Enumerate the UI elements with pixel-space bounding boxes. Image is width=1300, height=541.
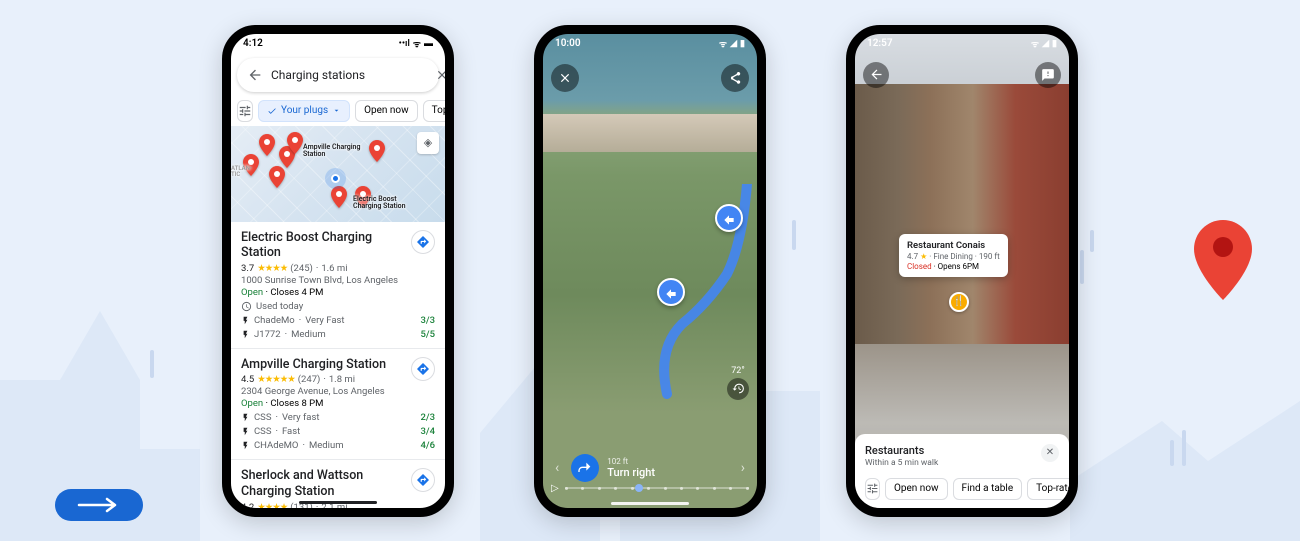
status-time: 12:57 xyxy=(867,38,893,49)
filter-chips: Your plugs Open now Top rated xyxy=(231,96,445,126)
route-turn-icon xyxy=(715,204,743,232)
status-bar: 4:12 ••ılᯤ▬ xyxy=(231,34,445,54)
close-button[interactable] xyxy=(551,64,579,92)
sheet-subtitle: Within a 5 min walk xyxy=(865,458,938,468)
result-card[interactable]: Electric Boost Charging Station 3.7★★★★(… xyxy=(231,222,445,349)
prev-step-icon[interactable]: ‹ xyxy=(551,456,563,480)
clear-icon[interactable] xyxy=(435,67,449,83)
chip-open-now[interactable]: Open now xyxy=(885,478,948,500)
map-pin[interactable] xyxy=(259,134,275,156)
layers-button[interactable]: ◈ xyxy=(417,132,439,154)
result-rating: 3.7★★★★(245)·1.6 mi xyxy=(241,263,435,274)
filter-tune-icon[interactable] xyxy=(237,100,253,122)
feedback-button[interactable] xyxy=(1035,62,1061,88)
status-icons: ᯤ◢▮ xyxy=(719,37,745,50)
result-address: 2304 George Avenue, Los Angeles xyxy=(241,386,435,397)
status-icons: ᯤ◢▮ xyxy=(1031,37,1057,50)
result-card[interactable]: Ampville Charging Station 4.5★★★★★(247)·… xyxy=(231,349,445,461)
chip-find-table[interactable]: Find a table xyxy=(953,478,1023,500)
result-hours: Open · Closes 4 PM xyxy=(241,287,435,298)
result-hours: Open · Closes 8 PM xyxy=(241,398,435,409)
place-name: Restaurant Conais xyxy=(907,240,1000,251)
directions-button[interactable] xyxy=(411,357,435,381)
sheet-title: Restaurants xyxy=(865,444,938,457)
connector-row: ChadeMo · Very Fast3/3 xyxy=(241,315,435,326)
result-rating: 4.5★★★★★(247)·1.8 mi xyxy=(241,374,435,385)
status-bar: 10:00 ᯤ◢▮ xyxy=(543,34,757,54)
connector-row: CSS · Very fast2/3 xyxy=(241,412,435,423)
filter-tune-icon[interactable] xyxy=(865,478,880,500)
turn-icon xyxy=(571,454,599,482)
map-label: ATLAN- TIC xyxy=(231,166,252,179)
place-hours: Closed · Opens 6PM xyxy=(907,262,1000,271)
poi-marker-icon[interactable]: 🍴 xyxy=(949,292,969,312)
route-turn-icon xyxy=(657,278,685,306)
share-button[interactable] xyxy=(721,64,749,92)
sheet-close-icon[interactable]: ✕ xyxy=(1041,444,1059,462)
result-address: 1000 Sunrise Town Blvd, Los Angeles xyxy=(241,275,435,286)
search-bar[interactable] xyxy=(237,58,439,92)
result-card[interactable]: Sherlock and Wattson Charging Station 4.… xyxy=(231,460,445,516)
result-name: Ampville Charging Station xyxy=(241,357,435,373)
chip-top-rated[interactable]: Top rated xyxy=(423,100,454,122)
results-list: Electric Boost Charging Station 3.7★★★★(… xyxy=(231,222,445,517)
sheet-filter-chips: Open now Find a table Top-rated More xyxy=(865,478,1059,500)
back-icon[interactable] xyxy=(247,67,263,83)
next-step-icon[interactable]: › xyxy=(737,456,749,480)
directions-button[interactable] xyxy=(411,230,435,254)
search-input[interactable] xyxy=(271,68,427,82)
home-indicator xyxy=(299,501,377,504)
map-label: Electric Boost Charging Station xyxy=(353,196,406,211)
place-info-card[interactable]: Restaurant Conais 4.7 ★ · Fine Dining · … xyxy=(899,234,1008,277)
map-pin[interactable] xyxy=(269,166,285,188)
phone-ar-lens: 12:57 ᯤ◢▮ Restaurant Conais 4.7 ★ · Fine… xyxy=(846,25,1078,517)
connector-row: CSS · Fast3/4 xyxy=(241,426,435,437)
chip-your-plugs[interactable]: Your plugs xyxy=(258,100,350,122)
result-used: Used today xyxy=(241,301,435,312)
map-pin[interactable] xyxy=(369,140,385,162)
bottom-sheet: Restaurants Within a 5 min walk ✕ Open n… xyxy=(855,434,1069,508)
result-name: Electric Boost Charging Station xyxy=(241,230,435,261)
chip-top-rated[interactable]: Top-rated xyxy=(1027,478,1078,500)
result-name: Sherlock and Wattson Charging Station xyxy=(241,468,435,499)
status-time: 10:00 xyxy=(555,38,581,49)
map-label: Ampville Charging Station xyxy=(303,144,360,159)
map-preview[interactable]: Ampville Charging Station Electric Boost… xyxy=(231,126,445,222)
map-pin[interactable] xyxy=(287,132,303,154)
current-location-dot xyxy=(331,174,340,183)
result-address: 200 N Magic Lane Blvd, Los Angeles xyxy=(241,514,435,517)
timeline-scrubber[interactable]: ▷ xyxy=(551,483,749,494)
status-bar: 12:57 ᯤ◢▮ xyxy=(855,34,1069,54)
phone-immersive-view: 10:00 ᯤ◢▮ 72° ‹ 102 ftTurn right › ▷ xyxy=(534,25,766,517)
home-indicator xyxy=(611,502,689,505)
phone-charging-search: 4:12 ••ılᯤ▬ Your plugs Open now Top rate… xyxy=(222,25,454,517)
nav-instruction: ‹ 102 ftTurn right › xyxy=(551,454,749,482)
play-icon[interactable]: ▷ xyxy=(551,483,559,494)
back-button[interactable] xyxy=(863,62,889,88)
status-time: 4:12 xyxy=(243,38,263,49)
connector-row: CHAdeMO · Medium4/6 xyxy=(241,440,435,451)
connector-row: J1772 · Medium5/5 xyxy=(241,329,435,340)
place-rating: 4.7 ★ · Fine Dining · 190 ft xyxy=(907,252,1000,261)
map-pin[interactable] xyxy=(331,186,347,208)
chip-open-now[interactable]: Open now xyxy=(355,100,418,122)
status-icons: ••ılᯤ▬ xyxy=(399,37,433,50)
